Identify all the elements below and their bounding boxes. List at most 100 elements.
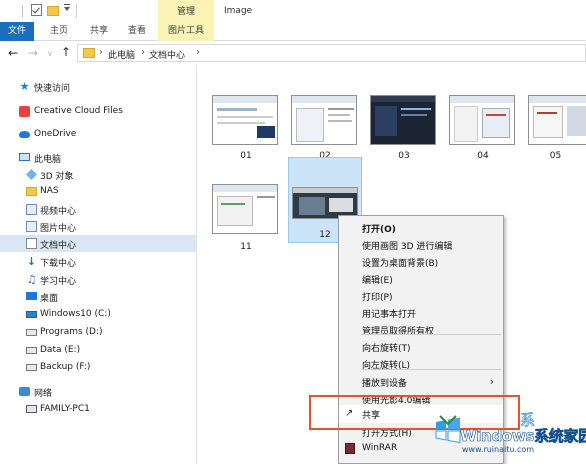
watermark-brand: Windows系统家园 (460, 427, 586, 446)
sidebar-item-drive-d[interactable]: Programs (D:) (0, 324, 196, 341)
menu-item-rotate-right[interactable]: 向右旋转(T) (339, 338, 503, 355)
sidebar-item-pictures[interactable]: 图片中心 (0, 218, 196, 235)
sidebar-item-drive-e[interactable]: Data (E:) (0, 342, 196, 359)
creative-cloud-icon (19, 106, 30, 117)
sidebar-item-label: 视频中心 (40, 207, 77, 217)
sidebar-item-label: Windows10 (C:) (40, 309, 111, 319)
sidebar-item-documents[interactable]: 文档中心 (0, 235, 196, 252)
menu-item-label: WinRAR (362, 443, 398, 453)
drive-icon (26, 329, 37, 336)
file-name: 05 (549, 151, 562, 161)
folder-icon (26, 187, 37, 196)
tab-home[interactable]: 主页 (40, 22, 78, 41)
menu-item-label: 用记事本打开 (362, 310, 417, 320)
sidebar-item-label: Backup (F:) (40, 362, 91, 372)
sidebar-item-label: 快速访问 (34, 84, 71, 94)
menu-item-set-desktop-background[interactable]: 设置为桌面背景(B) (339, 253, 503, 270)
forward-arrow-icon[interactable]: → (28, 46, 38, 60)
customize-toolbar-dropdown-icon[interactable] (64, 4, 70, 11)
star-icon: ★ (19, 80, 30, 93)
menu-item-label: 管理员取得所有权 (362, 327, 435, 337)
address-bar[interactable]: › 此电脑 › 文档中心 › (77, 44, 586, 62)
music-note-icon: ♫ (26, 273, 37, 286)
file-tile[interactable]: 05 (525, 87, 586, 174)
recent-locations-chevron-icon[interactable]: ∨ (47, 47, 53, 61)
sidebar-item-downloads[interactable]: ↓ 下载中心 (0, 253, 196, 270)
new-folder-icon[interactable] (47, 6, 59, 16)
title-separator (76, 4, 77, 18)
sidebar-item-label: 桌面 (40, 294, 59, 304)
folder-icon (83, 48, 95, 58)
drive-icon (26, 347, 37, 354)
picture-folder-icon (26, 221, 37, 232)
drive-icon (26, 364, 37, 371)
computer-icon (19, 153, 30, 161)
tab-file[interactable]: 文件 (0, 22, 34, 41)
video-folder-icon (26, 204, 37, 215)
breadcrumb-documents-center[interactable]: 文档中心 (149, 48, 185, 61)
sidebar-item-3d-objects[interactable]: 3D 对象 (0, 166, 196, 183)
sidebar-item-label: 此电脑 (34, 155, 62, 165)
cloud-icon (19, 131, 30, 138)
sidebar-item-network[interactable]: 网络 (0, 383, 196, 400)
file-tile[interactable]: 03 (367, 87, 441, 174)
sidebar-item-label: NAS (40, 186, 59, 196)
sidebar-item-drive-c[interactable]: Windows10 (C:) (0, 306, 196, 323)
image-thumbnail (212, 95, 278, 145)
chevron-right-icon[interactable]: › (196, 47, 200, 58)
menu-item-open[interactable]: 打开(O) (339, 219, 503, 236)
file-tile[interactable]: 04 (446, 87, 520, 174)
submenu-arrow-icon: › (489, 375, 494, 388)
manage-contextual-tab[interactable]: 管理 (158, 0, 214, 22)
file-tile[interactable]: 11 (209, 178, 283, 265)
file-name: 01 (240, 151, 252, 161)
sidebar-item-label: Data (E:) (40, 345, 81, 355)
sidebar-item-label: FAMILY-PC1 (40, 404, 90, 414)
tab-picture-tools[interactable]: 图片工具 (158, 22, 214, 41)
menu-separator (361, 369, 501, 370)
image-thumbnail (370, 95, 436, 145)
up-arrow-icon[interactable]: ↑ (61, 45, 71, 59)
sidebar-item-this-pc[interactable]: 此电脑 (0, 149, 196, 166)
menu-item-label: 打开(O) (362, 225, 396, 235)
sidebar-item-videos[interactable]: 视频中心 (0, 201, 196, 218)
sidebar-item-onedrive[interactable]: OneDrive (0, 126, 196, 143)
menu-item-label: 编辑(E) (362, 276, 393, 286)
menu-item-open-notepad[interactable]: 用记事本打开 (339, 304, 503, 321)
image-thumbnail (449, 95, 515, 145)
menu-item-edit-paint-3d[interactable]: 使用画图 3D 进行编辑 (339, 236, 503, 253)
sidebar-item-label: 图片中心 (40, 224, 77, 234)
menu-separator (361, 334, 501, 335)
3d-cube-icon (26, 169, 37, 180)
address-row: ← → ∨ ↑ › 此电脑 › 文档中心 › (0, 41, 586, 65)
tab-view[interactable]: 查看 (118, 22, 156, 41)
menu-item-take-ownership[interactable]: 管理员取得所有权 (339, 321, 503, 338)
sidebar-item-label: Creative Cloud Files (34, 106, 123, 116)
computer-icon (26, 405, 37, 413)
file-name: 03 (398, 151, 410, 161)
menu-item-label: 打印(P) (362, 293, 393, 303)
breadcrumb-this-pc[interactable]: 此电脑 (108, 48, 135, 61)
back-arrow-icon[interactable]: ← (8, 46, 18, 60)
winrar-icon (345, 443, 355, 454)
sidebar-item-label: 学习中心 (40, 277, 77, 287)
sidebar-item-creative-cloud[interactable]: Creative Cloud Files (0, 103, 196, 120)
menu-item-edit[interactable]: 编辑(E) (339, 270, 503, 287)
menu-item-cast-to-device[interactable]: 播放到设备 › (339, 373, 503, 390)
sidebar-item-quick-access[interactable]: ★ 快速访问 (0, 78, 196, 95)
chevron-right-icon[interactable]: › (141, 47, 145, 58)
properties-check-icon[interactable] (31, 4, 42, 16)
ribbon-tabs: 文件 主页 共享 查看 图片工具 (0, 22, 586, 41)
chevron-right-icon[interactable]: › (99, 47, 103, 58)
menu-item-print[interactable]: 打印(P) (339, 287, 503, 304)
document-icon (26, 238, 37, 249)
file-tile[interactable]: 01 (209, 87, 283, 174)
sidebar-item-study[interactable]: ♫ 学习中心 (0, 271, 196, 288)
sidebar-item-desktop[interactable]: 桌面 (0, 288, 196, 305)
sidebar-item-nas[interactable]: NAS (0, 183, 196, 200)
tab-share[interactable]: 共享 (80, 22, 118, 41)
menu-item-label: 向右旋转(T) (362, 344, 411, 354)
sidebar-item-family-pc1[interactable]: FAMILY-PC1 (0, 401, 196, 418)
sidebar-item-drive-f[interactable]: Backup (F:) (0, 359, 196, 376)
file-name: 04 (477, 151, 489, 161)
